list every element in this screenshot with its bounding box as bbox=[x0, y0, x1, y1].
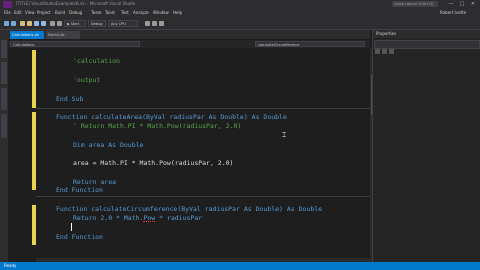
properties-panel bbox=[372, 30, 480, 262]
toolbar-tool-icon[interactable] bbox=[152, 21, 157, 26]
close-button[interactable]: ✕ bbox=[469, 0, 477, 8]
mouse-cursor-icon: ⌶ bbox=[282, 131, 287, 139]
properties-object-dropdown[interactable] bbox=[374, 40, 480, 49]
status-bar bbox=[0, 262, 480, 270]
code-line-2: 'output bbox=[73, 76, 101, 84]
menu-file[interactable]: File bbox=[4, 10, 11, 15]
menu-debug[interactable]: Debug bbox=[69, 10, 82, 15]
user-name[interactable]: Robert Ivette bbox=[440, 10, 466, 15]
save-all-icon[interactable] bbox=[41, 21, 46, 26]
quick-launch-input[interactable]: Quick Launch (Ctrl+Q) bbox=[392, 1, 438, 7]
save-icon[interactable] bbox=[34, 21, 39, 26]
tab-form1-design[interactable]: Form1.vb [Design] bbox=[46, 31, 80, 45]
member-dropdown[interactable]: calculateCircumference bbox=[255, 41, 365, 47]
toolbox-tab[interactable] bbox=[1, 62, 7, 84]
back-icon[interactable] bbox=[4, 21, 9, 26]
properties-title: Properties bbox=[376, 31, 397, 36]
server-explorer-tab[interactable] bbox=[1, 40, 7, 58]
open-file-icon[interactable] bbox=[27, 21, 32, 26]
code-line-3: End Sub bbox=[56, 95, 84, 103]
redo-icon[interactable] bbox=[57, 21, 62, 26]
line-gutter bbox=[8, 48, 32, 262]
menu-tools[interactable]: Tools bbox=[105, 10, 115, 15]
alphabetical-icon[interactable] bbox=[382, 49, 387, 54]
code-line-4: Function calculateArea(ByVal radiusPar A… bbox=[56, 113, 287, 121]
configuration-dropdown[interactable]: Debug bbox=[88, 20, 106, 27]
unsaved-change-marker bbox=[32, 205, 36, 245]
code-line-12: End Function bbox=[56, 233, 103, 241]
text-caret bbox=[71, 223, 72, 231]
menu-view[interactable]: View bbox=[25, 10, 35, 15]
toolbar-tool-icon[interactable] bbox=[145, 21, 150, 26]
procedure-separator bbox=[36, 196, 370, 197]
code-line-9: End Function bbox=[56, 186, 103, 194]
team-explorer-tab[interactable] bbox=[1, 114, 7, 138]
maximize-button[interactable]: □ bbox=[458, 0, 466, 8]
window-title: [TITLE] VisualStudioExampleVB.sln - Micr… bbox=[16, 1, 136, 6]
properties-icon[interactable] bbox=[389, 49, 394, 54]
code-line-1: 'calculation bbox=[73, 57, 120, 65]
visual-studio-logo-icon bbox=[3, 1, 12, 8]
status-text: Ready bbox=[4, 263, 17, 268]
data-sources-tab[interactable] bbox=[1, 88, 7, 110]
code-line-6: Dim area As Double bbox=[73, 141, 144, 149]
undo-icon[interactable] bbox=[50, 21, 55, 26]
tab-calculations[interactable]: Calculations.vb bbox=[10, 31, 44, 39]
menu-test[interactable]: Test bbox=[121, 10, 129, 15]
minimize-button[interactable]: — bbox=[447, 0, 455, 8]
procedure-separator bbox=[36, 108, 370, 109]
class-dropdown[interactable]: Calculations bbox=[10, 41, 140, 47]
menu-project[interactable]: Project bbox=[37, 10, 51, 15]
code-editor[interactable] bbox=[8, 48, 370, 262]
new-project-icon[interactable] bbox=[20, 21, 25, 26]
menu-analyze[interactable]: Analyze bbox=[133, 10, 149, 15]
code-line-7: area = Math.PI * Math.Pow(radiusPar, 2.0… bbox=[73, 159, 234, 167]
menu-window[interactable]: Window bbox=[153, 10, 169, 15]
unsaved-change-marker bbox=[32, 50, 36, 108]
forward-icon[interactable] bbox=[11, 21, 16, 26]
code-line-10: Function calculateCircumference(ByVal ra… bbox=[56, 205, 323, 213]
start-button[interactable]: ▶ Start bbox=[64, 20, 86, 27]
code-line-8: Return area bbox=[73, 178, 117, 186]
menu-edit[interactable]: Edit bbox=[14, 10, 22, 15]
code-line-11: Return 2.0 * Math.Pow * radiusPar bbox=[73, 214, 203, 222]
platform-dropdown[interactable]: Any CPU bbox=[108, 20, 138, 27]
code-line-5: ' Return Math.PI * Math.Pow(radiusPar, 2… bbox=[73, 122, 242, 130]
categorized-icon[interactable] bbox=[375, 49, 380, 54]
menu-help[interactable]: Help bbox=[173, 10, 182, 15]
menu-team[interactable]: Team bbox=[91, 10, 102, 15]
error-squiggle bbox=[143, 219, 155, 222]
toolbar-tool-icon[interactable] bbox=[159, 21, 164, 26]
unsaved-change-marker bbox=[32, 112, 36, 190]
menu-build[interactable]: Build bbox=[55, 10, 65, 15]
